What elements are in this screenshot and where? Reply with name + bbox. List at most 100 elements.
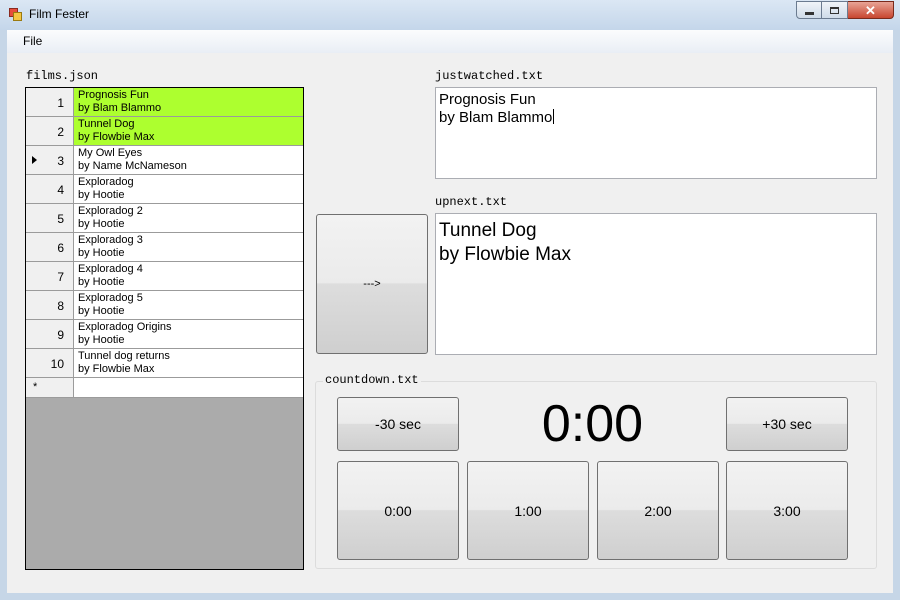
film-row[interactable]: 2 Tunnel Dog by Flowbie Max (26, 117, 303, 146)
row-number: 4 (57, 183, 64, 197)
app-window: Film Fester ✕ File films.json 1 Prognosis… (0, 0, 900, 600)
row-header[interactable]: 8 (26, 291, 74, 320)
menu-file[interactable]: File (23, 34, 42, 48)
film-author: by Blam Blammo (78, 102, 162, 114)
close-button[interactable]: ✕ (848, 1, 894, 19)
menu-bar: File (7, 30, 893, 53)
film-row[interactable]: 8 Exploradog 5 by Hootie (26, 291, 303, 320)
film-cell[interactable]: Exploradog 2 by Hootie (74, 204, 303, 233)
films-grid[interactable]: 1 Prognosis Fun by Blam Blammo 2 Tunnel Dog b… (25, 87, 304, 570)
window-frame-bottom (0, 593, 900, 600)
film-cell[interactable]: Tunnel dog returns by Flowbie Max (74, 349, 303, 378)
film-title: Tunnel Dog (78, 118, 135, 130)
current-row-arrow-icon (32, 156, 37, 164)
film-author: by Hootie (78, 305, 125, 317)
maximize-icon (830, 6, 839, 14)
film-author: by Hootie (78, 334, 125, 346)
countdown-display: 0:00 (541, 395, 644, 453)
film-row[interactable]: 1 Prognosis Fun by Blam Blammo (26, 88, 303, 117)
app-icon[interactable] (9, 8, 22, 21)
justwatched-line1: Prognosis Fun (439, 91, 536, 108)
countdown-label: countdown.txt (323, 373, 421, 387)
film-cell[interactable]: Exploradog 3 by Hootie (74, 233, 303, 262)
film-title: Exploradog 4 (78, 263, 143, 275)
row-number: 6 (57, 241, 64, 255)
film-cell[interactable]: Exploradog 4 by Hootie (74, 262, 303, 291)
film-cell[interactable]: Prognosis Fun by Blam Blammo (74, 88, 303, 117)
minimize-icon (804, 11, 814, 15)
film-author: by Hootie (78, 247, 125, 259)
upnext-line2: by Flowbie Max (439, 244, 571, 265)
justwatched-line2: by Blam Blammo (439, 109, 553, 126)
upnext-label: upnext.txt (435, 195, 508, 209)
row-number: 7 (57, 270, 64, 284)
title-bar[interactable]: Film Fester ✕ (0, 0, 900, 30)
close-icon: ✕ (865, 2, 876, 18)
film-row[interactable]: 6 Exploradog 3 by Hootie (26, 233, 303, 262)
film-title: Exploradog Origins (78, 321, 172, 333)
film-title: Exploradog (78, 176, 134, 188)
film-title: Prognosis Fun (78, 89, 149, 101)
row-header[interactable]: 2 (26, 117, 74, 146)
films-label: films.json (26, 69, 99, 83)
preset-3-button[interactable]: 3:00 (726, 461, 848, 560)
film-cell[interactable]: Tunnel Dog by Flowbie Max (74, 117, 303, 146)
preset-1-button[interactable]: 1:00 (467, 461, 589, 560)
form-client-area: File films.json 1 Prognosis Fun by Blam Bl… (7, 30, 893, 593)
film-author: by Flowbie Max (78, 131, 155, 143)
film-author: by Name McNameson (78, 160, 187, 172)
film-title: Tunnel dog returns (78, 350, 170, 362)
row-header[interactable]: 3 (26, 146, 74, 175)
row-number: 3 (57, 154, 64, 168)
text-caret (553, 109, 555, 124)
film-author: by Hootie (78, 218, 125, 230)
row-header[interactable]: 5 (26, 204, 74, 233)
row-header[interactable]: 6 (26, 233, 74, 262)
row-number: 5 (57, 212, 64, 226)
film-row[interactable]: 4 Exploradog by Hootie (26, 175, 303, 204)
new-row-star-icon: * (33, 381, 38, 393)
film-cell[interactable]: Exploradog Origins by Hootie (74, 320, 303, 349)
row-number: 2 (57, 125, 64, 139)
film-row[interactable]: 5 Exploradog 2 by Hootie (26, 204, 303, 233)
row-header[interactable]: 1 (26, 88, 74, 117)
film-title: My Owl Eyes (78, 147, 143, 159)
row-number: 8 (57, 299, 64, 313)
maximize-button[interactable] (822, 1, 848, 19)
film-row[interactable]: 9 Exploradog Origins by Hootie (26, 320, 303, 349)
film-cell[interactable]: Exploradog by Hootie (74, 175, 303, 204)
justwatched-textbox[interactable]: Prognosis Fun by Blam Blammo (435, 87, 877, 179)
minimize-button[interactable] (796, 1, 822, 19)
preset-0-button[interactable]: 0:00 (337, 461, 459, 560)
film-author: by Hootie (78, 276, 125, 288)
window-controls: ✕ (796, 1, 894, 20)
row-header[interactable]: 10 (26, 349, 74, 378)
new-row-cell[interactable] (74, 378, 303, 398)
new-row[interactable]: * (26, 378, 303, 398)
row-header[interactable]: 7 (26, 262, 74, 291)
row-number: 9 (57, 328, 64, 342)
minus-30-button[interactable]: -30 sec (337, 397, 459, 451)
window-title: Film Fester (29, 7, 89, 21)
film-author: by Flowbie Max (78, 363, 155, 375)
film-cell[interactable]: Exploradog 5 by Hootie (74, 291, 303, 320)
row-number: 10 (50, 357, 64, 371)
film-row[interactable]: 7 Exploradog 4 by Hootie (26, 262, 303, 291)
film-author: by Hootie (78, 189, 125, 201)
plus-30-button[interactable]: +30 sec (726, 397, 848, 451)
row-header[interactable]: 9 (26, 320, 74, 349)
justwatched-label: justwatched.txt (435, 69, 544, 83)
new-row-header[interactable]: * (26, 378, 74, 398)
preset-2-button[interactable]: 2:00 (597, 461, 719, 560)
upnext-line1: Tunnel Dog (439, 220, 537, 241)
film-row[interactable]: 10 Tunnel dog returns by Flowbie Max (26, 349, 303, 378)
upnext-textbox[interactable]: Tunnel Dog by Flowbie Max (435, 213, 877, 355)
row-header[interactable]: 4 (26, 175, 74, 204)
advance-button[interactable]: ---> (316, 214, 428, 354)
film-title: Exploradog 3 (78, 234, 143, 246)
film-title: Exploradog 2 (78, 205, 143, 217)
row-number: 1 (57, 96, 64, 110)
film-cell[interactable]: My Owl Eyes by Name McNameson (74, 146, 303, 175)
film-title: Exploradog 5 (78, 292, 143, 304)
film-row[interactable]: 3 My Owl Eyes by Name McNameson (26, 146, 303, 175)
